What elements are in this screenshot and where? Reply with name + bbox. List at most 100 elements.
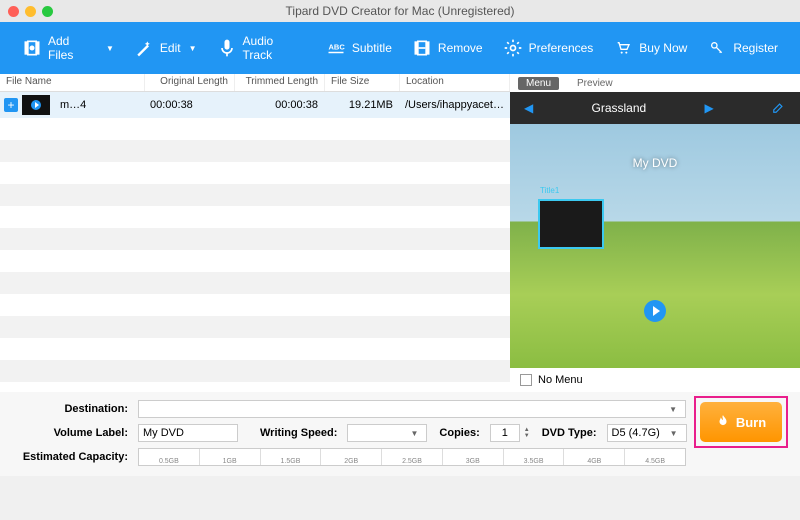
original-length-cell: 00:00:38 xyxy=(144,97,234,113)
subtitle-button[interactable]: ABC Subtitle xyxy=(316,32,402,64)
menu-preview[interactable]: My DVD Title1 xyxy=(510,124,800,368)
add-files-button[interactable]: Add Files ▼ xyxy=(12,28,124,68)
dvd-type-select[interactable]: D5 (4.7G) ▼ xyxy=(607,424,687,442)
magic-wand-icon xyxy=(134,38,154,58)
empty-file-rows xyxy=(0,118,510,392)
register-label: Register xyxy=(733,41,778,55)
audio-track-label: Audio Track xyxy=(243,34,306,62)
add-files-label: Add Files xyxy=(48,34,98,62)
minimize-window-button[interactable] xyxy=(25,6,36,17)
subtitle-icon: ABC xyxy=(326,38,346,58)
microphone-icon xyxy=(217,38,237,58)
step-down-icon[interactable]: ▼ xyxy=(524,433,530,439)
no-menu-label: No Menu xyxy=(538,374,583,386)
copies-label: Copies: xyxy=(439,427,485,439)
tab-preview[interactable]: Preview xyxy=(569,77,621,90)
burn-button[interactable]: Burn xyxy=(700,402,782,442)
remove-icon xyxy=(412,38,432,58)
dropdown-arrow-icon: ▼ xyxy=(665,405,681,414)
buy-now-button[interactable]: Buy Now xyxy=(603,32,697,64)
subtitle-label: Subtitle xyxy=(352,41,392,55)
chapter-thumbnail[interactable] xyxy=(538,199,604,249)
chapter-thumb-label: Title1 xyxy=(540,186,559,195)
column-file-size[interactable]: File Size xyxy=(325,74,400,91)
dropdown-arrow-icon: ▼ xyxy=(189,44,197,53)
traffic-lights xyxy=(8,6,53,17)
preferences-button[interactable]: Preferences xyxy=(493,32,604,64)
add-files-icon xyxy=(22,38,42,58)
capacity-tick: 3.5GB xyxy=(503,449,564,465)
edit-theme-button[interactable] xyxy=(772,100,786,117)
dropdown-arrow-icon: ▼ xyxy=(407,429,423,438)
prev-theme-button[interactable]: ◀ xyxy=(524,101,533,115)
capacity-tick: 1GB xyxy=(199,449,260,465)
edit-label: Edit xyxy=(160,41,181,55)
column-trimmed-length[interactable]: Trimmed Length xyxy=(235,74,325,91)
window-titlebar: Tipard DVD Creator for Mac (Unregistered… xyxy=(0,0,800,22)
capacity-tick: 4.5GB xyxy=(624,449,685,465)
add-title-icon[interactable]: + xyxy=(4,98,18,112)
location-cell: /Users/ihappyacet… xyxy=(399,97,510,113)
column-original-length[interactable]: Original Length xyxy=(145,74,235,91)
trimmed-length-cell: 00:00:38 xyxy=(234,97,324,113)
burn-highlight-frame: Burn xyxy=(694,396,788,448)
dvd-type-value: D5 (4.7G) xyxy=(612,427,660,439)
window-title: Tipard DVD Creator for Mac (Unregistered… xyxy=(286,4,515,18)
destination-label: Destination: xyxy=(12,403,134,415)
volume-label-label: Volume Label: xyxy=(12,427,134,439)
theme-bar: ◀ Grassland ▶ xyxy=(510,92,800,124)
video-thumbnail[interactable] xyxy=(22,95,50,115)
capacity-tick: 2.5GB xyxy=(381,449,442,465)
maximize-window-button[interactable] xyxy=(42,6,53,17)
theme-name: Grassland xyxy=(592,101,647,115)
destination-select[interactable]: ▼ xyxy=(138,400,686,418)
preview-pane: Menu Preview ◀ Grassland ▶ My DVD Title1… xyxy=(510,74,800,392)
dropdown-arrow-icon: ▼ xyxy=(106,44,114,53)
estimated-capacity-label: Estimated Capacity: xyxy=(12,451,134,463)
no-menu-checkbox[interactable] xyxy=(520,374,532,386)
register-button[interactable]: Register xyxy=(697,32,788,64)
writing-speed-label: Writing Speed: xyxy=(260,427,343,439)
file-row[interactable]: + m…4 00:00:38 00:00:38 19.21MB /Users/i… xyxy=(0,92,510,118)
bottom-panel: Destination: ▼ Volume Label: Writing Spe… xyxy=(0,392,800,476)
gear-icon xyxy=(503,38,523,58)
dvd-type-label: DVD Type: xyxy=(542,427,603,439)
copies-stepper[interactable]: ▲▼ xyxy=(524,427,530,439)
play-all-button[interactable] xyxy=(644,300,666,322)
svg-text:ABC: ABC xyxy=(328,43,345,52)
capacity-tick: 2GB xyxy=(320,449,381,465)
play-icon xyxy=(31,100,41,110)
capacity-tick: 1.5GB xyxy=(260,449,321,465)
capacity-tick: 0.5GB xyxy=(139,449,199,465)
file-name-cell: m…4 xyxy=(54,97,144,113)
cart-icon xyxy=(613,38,633,58)
burn-label: Burn xyxy=(736,415,766,430)
volume-label-input[interactable] xyxy=(138,424,238,442)
copies-input[interactable] xyxy=(490,424,520,442)
capacity-bar: 0.5GB1GB1.5GB2GB2.5GB3GB3.5GB4GB4.5GB xyxy=(138,448,686,466)
capacity-tick: 4GB xyxy=(563,449,624,465)
dropdown-arrow-icon: ▼ xyxy=(666,429,682,438)
writing-speed-select[interactable]: ▼ xyxy=(347,424,427,442)
disc-title-text: My DVD xyxy=(633,156,678,170)
capacity-tick: 3GB xyxy=(442,449,503,465)
preferences-label: Preferences xyxy=(529,41,594,55)
file-list: + m…4 00:00:38 00:00:38 19.21MB /Users/i… xyxy=(0,92,510,392)
key-icon xyxy=(707,38,727,58)
flame-icon xyxy=(716,414,730,431)
main-toolbar: Add Files ▼ Edit ▼ Audio Track ABC Subti… xyxy=(0,22,800,74)
close-window-button[interactable] xyxy=(8,6,19,17)
file-size-cell: 19.21MB xyxy=(324,97,399,113)
no-menu-row: No Menu xyxy=(510,368,800,392)
audio-track-button[interactable]: Audio Track xyxy=(207,28,316,68)
column-file-name[interactable]: File Name xyxy=(0,74,145,91)
column-location[interactable]: Location xyxy=(400,74,510,91)
next-theme-button[interactable]: ▶ xyxy=(704,101,713,115)
buy-now-label: Buy Now xyxy=(639,41,687,55)
preview-tabs: Menu Preview xyxy=(510,74,800,92)
remove-label: Remove xyxy=(438,41,483,55)
tab-menu[interactable]: Menu xyxy=(518,77,559,90)
edit-button[interactable]: Edit ▼ xyxy=(124,32,207,64)
file-list-header: File Name Original Length Trimmed Length… xyxy=(0,74,510,92)
remove-button[interactable]: Remove xyxy=(402,32,493,64)
